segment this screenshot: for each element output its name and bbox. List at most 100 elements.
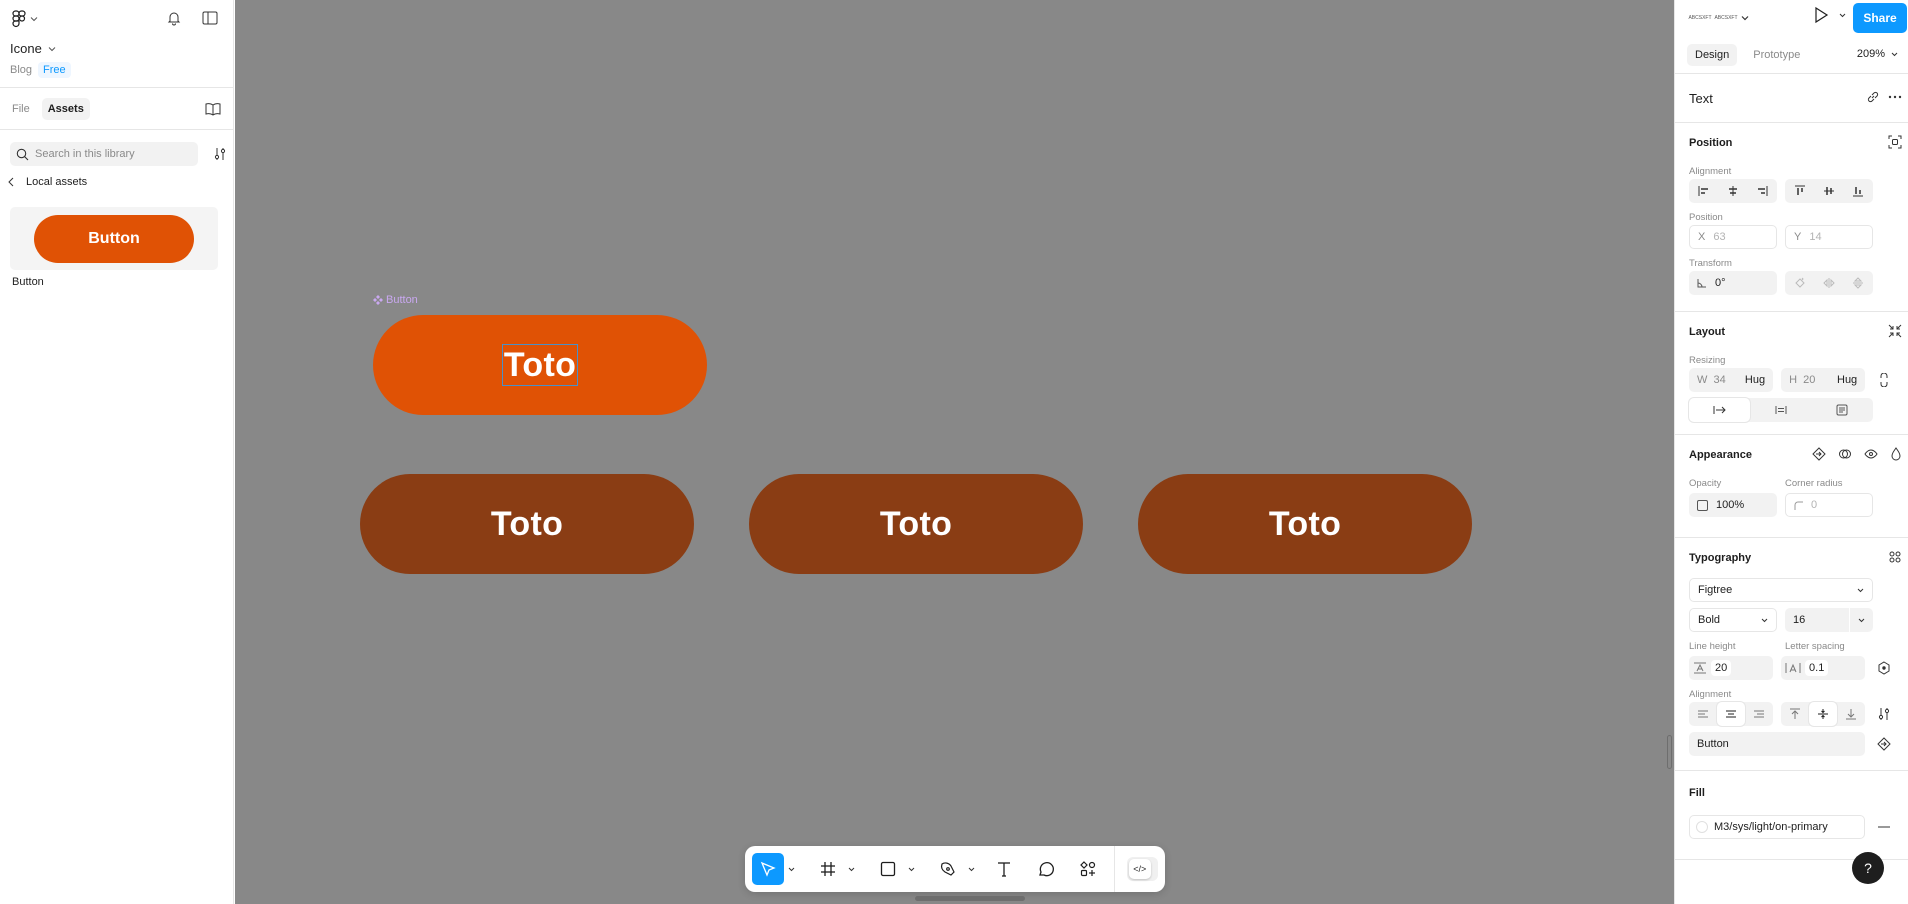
- libraries-button[interactable]: [201, 97, 225, 121]
- text-styles-icon[interactable]: [1888, 550, 1902, 564]
- library-settings-button[interactable]: [208, 142, 232, 166]
- button-instance[interactable]: Toto: [749, 474, 1083, 574]
- rotate-icon[interactable]: [1785, 271, 1814, 295]
- button-instance[interactable]: Toto: [1138, 474, 1472, 574]
- selected-text-layer[interactable]: Toto: [501, 344, 579, 386]
- chevron-down-icon[interactable]: [844, 867, 858, 872]
- fill-style-field[interactable]: M3/sys/light/on-primary: [1689, 815, 1866, 839]
- align-middle-icon[interactable]: [1814, 179, 1843, 203]
- y-input[interactable]: Y 14: [1785, 225, 1873, 249]
- collapse-icon[interactable]: [1888, 324, 1902, 338]
- text-style-field[interactable]: Button: [1689, 732, 1866, 756]
- font-weight-select[interactable]: Bold: [1689, 608, 1777, 632]
- asset-thumbnail[interactable]: Button: [10, 207, 218, 270]
- align-left-icon[interactable]: [1689, 179, 1718, 203]
- book-icon: [205, 102, 221, 116]
- font-size-input[interactable]: 16: [1785, 608, 1873, 632]
- project-link[interactable]: Blog: [10, 64, 32, 76]
- text-align-right-icon[interactable]: [1745, 702, 1773, 726]
- search-input[interactable]: [35, 148, 185, 160]
- comment-icon: [1030, 853, 1062, 885]
- h-mode[interactable]: Hug: [1837, 374, 1857, 386]
- font-weight-value: Bold: [1698, 614, 1721, 626]
- blend-mode-icon[interactable]: [1838, 447, 1852, 461]
- line-height-input[interactable]: 20: [1689, 656, 1774, 680]
- chevron-down-icon: [1761, 618, 1768, 623]
- text-align-center-icon[interactable]: [1717, 702, 1745, 726]
- share-button[interactable]: Share: [1853, 3, 1907, 33]
- text-tool[interactable]: [988, 853, 1020, 885]
- chevron-down-icon[interactable]: [964, 867, 978, 872]
- text-align-bottom-icon[interactable]: [1837, 702, 1865, 726]
- tab-prototype[interactable]: Prototype: [1745, 44, 1808, 66]
- tab-design[interactable]: Design: [1687, 43, 1738, 66]
- component-label[interactable]: Button: [373, 294, 418, 306]
- focus-frame-icon[interactable]: [1888, 135, 1902, 149]
- button-instance[interactable]: Toto: [360, 474, 694, 574]
- opacity-input[interactable]: 100%: [1689, 493, 1777, 517]
- align-bottom-icon[interactable]: [1844, 179, 1873, 203]
- text-options-icon[interactable]: [1873, 706, 1894, 722]
- align-right-icon[interactable]: [1748, 179, 1777, 203]
- variable-icon[interactable]: [1812, 447, 1826, 461]
- dev-mode-toggle[interactable]: </>: [1126, 857, 1158, 881]
- height-input[interactable]: H 20 Hug: [1781, 368, 1866, 392]
- text-align-top-icon[interactable]: [1781, 702, 1809, 726]
- w-value: 34: [1713, 374, 1726, 386]
- plan-badge[interactable]: Free: [38, 62, 71, 78]
- font-family-select[interactable]: Figtree: [1689, 578, 1873, 602]
- detach-style-icon[interactable]: [1873, 737, 1894, 751]
- multiplayer-avatars[interactable]: ABCSXFT ABCSXFT: [1688, 10, 1749, 26]
- toggle-sidebar-button[interactable]: [198, 6, 222, 30]
- zoom-dropdown[interactable]: 209%: [1857, 48, 1898, 60]
- present-button[interactable]: [1813, 6, 1846, 24]
- comment-tool[interactable]: [1030, 853, 1062, 885]
- align-center-h-icon[interactable]: [1718, 179, 1747, 203]
- button-instance-text: Toto: [490, 504, 564, 543]
- vertical-scrollbar[interactable]: [1667, 735, 1672, 769]
- constrain-proportions-icon[interactable]: [1873, 373, 1894, 387]
- tab-assets[interactable]: Assets: [41, 97, 90, 120]
- horizontal-scrollbar[interactable]: [915, 896, 1025, 901]
- flip-horizontal-icon[interactable]: [1814, 271, 1843, 295]
- chevron-down-icon[interactable]: [904, 867, 918, 872]
- fixed-size-icon[interactable]: [1812, 398, 1873, 422]
- rotation-input[interactable]: 0°: [1689, 271, 1777, 295]
- tab-file[interactable]: File: [6, 98, 36, 120]
- auto-width-icon[interactable]: [1689, 398, 1751, 422]
- w-mode[interactable]: Hug: [1745, 374, 1765, 386]
- shape-tool[interactable]: [872, 853, 918, 885]
- type-settings-icon[interactable]: [1873, 661, 1894, 675]
- actions-tool[interactable]: [1072, 853, 1104, 885]
- corner-radius-input[interactable]: 0: [1785, 493, 1873, 517]
- flip-vertical-icon[interactable]: [1844, 271, 1873, 295]
- button-component-main[interactable]: Toto: [373, 315, 707, 415]
- notifications-button[interactable]: [162, 6, 186, 30]
- letter-spacing-input[interactable]: 0.1: [1781, 656, 1866, 680]
- align-top-icon[interactable]: [1785, 179, 1814, 203]
- move-tool[interactable]: [752, 853, 798, 885]
- chevron-down-icon[interactable]: [1849, 608, 1873, 632]
- file-name-menu[interactable]: Icone: [10, 41, 56, 56]
- color-swatch[interactable]: [1696, 821, 1708, 833]
- spacing-labels: Line height Letter spacing: [1689, 638, 1894, 654]
- drop-icon[interactable]: [1890, 447, 1902, 461]
- h-key: H: [1789, 374, 1798, 386]
- back-to-local-assets[interactable]: Local assets: [8, 176, 87, 188]
- x-input[interactable]: X 63: [1689, 225, 1777, 249]
- auto-height-icon[interactable]: [1750, 398, 1811, 422]
- remove-fill-icon[interactable]: [1873, 826, 1894, 828]
- help-button[interactable]: ?: [1852, 852, 1884, 884]
- pen-tool[interactable]: [932, 853, 978, 885]
- text-align-middle-icon[interactable]: [1809, 702, 1837, 726]
- frame-tool[interactable]: [812, 853, 858, 885]
- asset-search[interactable]: [10, 142, 198, 166]
- canvas[interactable]: Button Toto Toto Toto Toto </>: [235, 0, 1674, 904]
- eye-icon[interactable]: [1864, 447, 1878, 461]
- link-icon[interactable]: [1866, 90, 1880, 104]
- width-input[interactable]: W 34 Hug: [1689, 368, 1774, 392]
- text-align-left-icon[interactable]: [1689, 702, 1717, 726]
- main-menu-button[interactable]: [12, 10, 38, 28]
- more-icon[interactable]: [1888, 90, 1902, 104]
- chevron-down-icon[interactable]: [784, 867, 798, 872]
